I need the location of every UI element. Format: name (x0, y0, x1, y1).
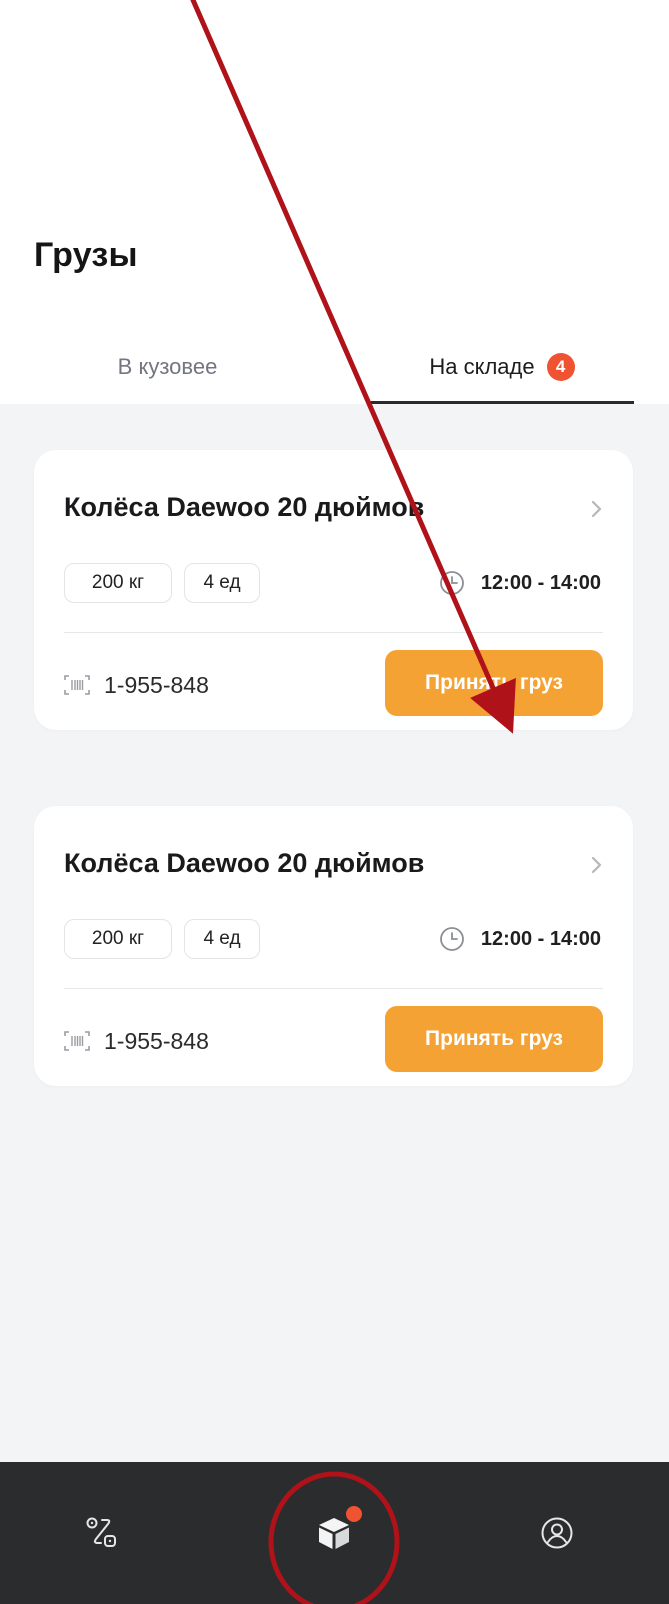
weight-chip: 200 кг (64, 919, 172, 959)
nav-cargo[interactable] (274, 1462, 394, 1604)
time-range: 12:00 - 14:00 (480, 927, 601, 950)
cargo-code-value: 1-955-848 (104, 671, 209, 698)
chevron-right-icon[interactable] (585, 852, 607, 878)
tab-in-warehouse[interactable]: На складе 4 (370, 330, 634, 404)
cargo-code: 1-955-848 (64, 1024, 209, 1058)
time-range: 12:00 - 14:00 (480, 571, 601, 594)
nav-routes[interactable] (42, 1462, 162, 1604)
tab-in-truck[interactable]: В кузовее (0, 330, 335, 404)
profile-icon (541, 1517, 573, 1549)
bottom-navigation (0, 1462, 669, 1604)
quantity-chip: 4 ед (184, 919, 260, 959)
weight-chip: 200 кг (64, 563, 172, 603)
cargo-title: Колёса Daewoo 20 дюймов (64, 492, 425, 522)
chevron-right-icon[interactable] (585, 496, 607, 522)
cargo-title: Колёса Daewoo 20 дюймов (64, 848, 425, 878)
clock-icon (440, 571, 464, 595)
cargo-card[interactable]: Колёса Daewoo 20 дюймов 200 кг 4 ед 12:0… (34, 450, 633, 730)
card-divider (64, 988, 603, 989)
tab-in-truck-label: В кузовее (117, 354, 218, 379)
tab-in-warehouse-label: На складе (429, 354, 535, 379)
nav-profile[interactable] (497, 1462, 617, 1604)
accept-cargo-button[interactable]: Принять груз (385, 1006, 603, 1072)
cargo-code-value: 1-955-848 (104, 1027, 209, 1054)
delivery-time: 12:00 - 14:00 (439, 566, 601, 600)
accept-cargo-button[interactable]: Принять груз (385, 650, 603, 716)
card-divider (64, 632, 603, 633)
cargo-code: 1-955-848 (64, 668, 209, 702)
quantity-chip: 4 ед (184, 563, 260, 603)
tab-bar: В кузовее На складе 4 (0, 330, 669, 404)
cargo-list: Колёса Daewoo 20 дюймов 200 кг 4 ед 12:0… (0, 404, 669, 1462)
route-icon (86, 1517, 116, 1547)
barcode-icon (64, 1031, 90, 1051)
barcode-icon (64, 675, 90, 695)
notification-dot (346, 1506, 362, 1522)
tab-count-badge: 4 (546, 353, 575, 381)
header-area: Грузы В кузовее На складе 4 (0, 0, 669, 404)
page-title: Грузы (34, 236, 138, 274)
delivery-time: 12:00 - 14:00 (439, 922, 601, 956)
cargo-card[interactable]: Колёса Daewoo 20 дюймов 200 кг 4 ед 12:0… (34, 806, 633, 1086)
clock-icon (440, 927, 464, 951)
